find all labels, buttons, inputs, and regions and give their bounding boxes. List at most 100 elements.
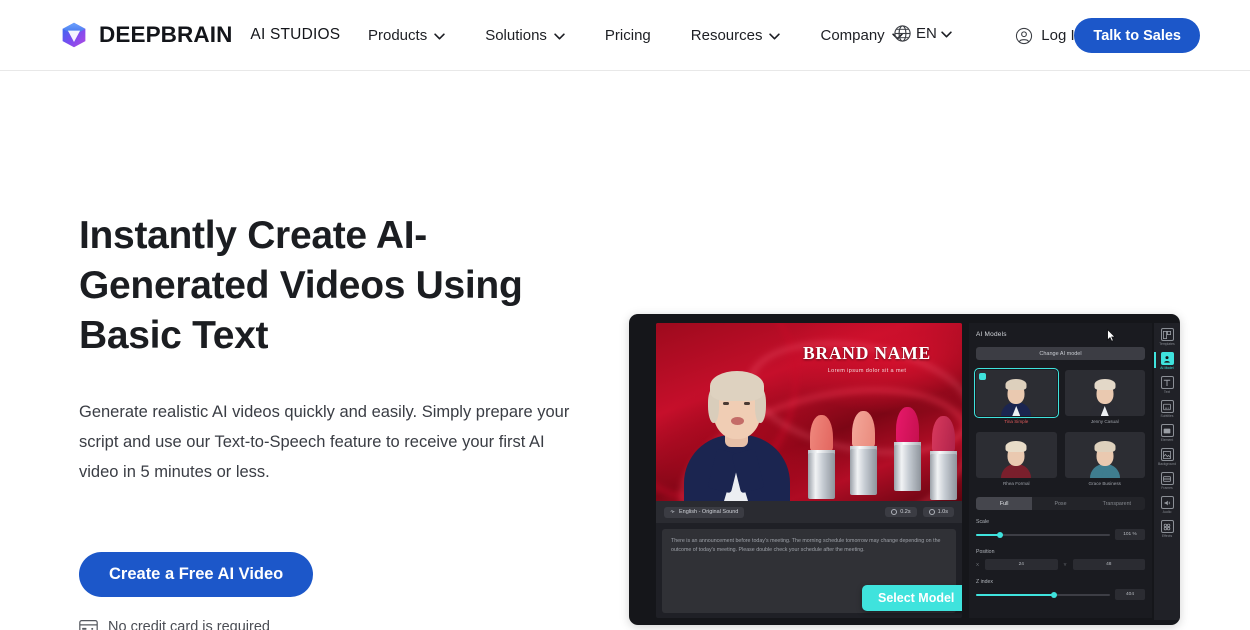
position-x-input[interactable]: 24 [985, 559, 1058, 570]
rail-item-text[interactable]: Text [1154, 374, 1180, 395]
rail-label: Element [1160, 438, 1174, 442]
language-selector[interactable]: EN [893, 24, 952, 43]
total-duration-label: 1.0s [937, 509, 948, 515]
model-label: Grace Business [1088, 481, 1121, 486]
ai-presenter-avatar [678, 339, 796, 501]
model-label: Tina Simple [1004, 419, 1029, 424]
zindex-slider[interactable] [976, 591, 1110, 598]
nav-pricing-label: Pricing [604, 27, 651, 44]
position-y-input[interactable]: 48 [1072, 559, 1145, 570]
scale-slider[interactable] [976, 531, 1110, 538]
rail-item-background[interactable]: Background [1154, 446, 1180, 467]
audio-icon [1160, 496, 1174, 509]
talk-to-sales-button[interactable]: Talk to Sales [1074, 18, 1200, 53]
site-header: DEEPBRAIN AI STUDIOS Products Solutions … [0, 0, 1250, 71]
chevron-down-icon [769, 27, 781, 44]
video-preview[interactable]: BRAND NAME Lorem ipsum dolor sit a met [656, 323, 962, 501]
globe-icon [893, 24, 912, 43]
element-icon [1160, 424, 1174, 437]
ai-models-panel: AI Models Change AI model Tina Simple Je… [969, 323, 1152, 618]
brand-name: DEEPBRAIN [99, 22, 233, 47]
tab-transparent[interactable]: Transparent [1089, 497, 1145, 510]
nav-item-resources[interactable]: Resources [671, 27, 801, 44]
mouse-cursor-icon [1107, 328, 1116, 342]
no-credit-card-label: No credit card is required [108, 619, 270, 630]
total-duration-chip[interactable]: 1.0s [922, 507, 954, 517]
brand-subtitle: AI STUDIOS [250, 26, 341, 43]
rail-item-frames[interactable]: Frames [1154, 470, 1180, 491]
nav-item-products[interactable]: Products [368, 27, 465, 44]
chevron-down-icon [941, 25, 952, 42]
video-brand-title: BRAND NAME [802, 343, 932, 363]
effects-icon [1160, 520, 1174, 533]
hero-description: Generate realistic AI videos quickly and… [79, 403, 570, 481]
model-card[interactable]: Jenny Casual [1064, 370, 1145, 424]
page-title: Instantly Create AI-Generated Videos Usi… [79, 214, 523, 357]
model-card[interactable]: Rhea Formal [976, 432, 1057, 486]
sound-wave-icon [670, 508, 675, 516]
scale-label: Scale [976, 519, 989, 525]
rail-item-subtitles[interactable]: Subtitles [1154, 398, 1180, 419]
create-free-ai-video-button[interactable]: Create a Free AI Video [79, 552, 314, 597]
user-circle-icon [1015, 27, 1033, 45]
product-screenshot: BRAND NAME Lorem ipsum dolor sit a met E… [629, 314, 1180, 625]
tab-full[interactable]: Full [976, 497, 1033, 510]
change-ai-model-button[interactable]: Change AI model [976, 347, 1145, 360]
frames-icon [1160, 472, 1174, 485]
panel-title: AI Models [976, 331, 1007, 338]
model-card[interactable]: Tina Simple [974, 368, 1059, 424]
clip-duration-chip[interactable]: 0.2s [885, 507, 917, 517]
scale-control: 101 % [976, 529, 1145, 540]
tab-pose[interactable]: Pose [1032, 497, 1088, 510]
hero-copy: Instantly Create AI-Generated Videos Usi… [79, 211, 599, 630]
templates-icon [1160, 328, 1174, 341]
nav-resources-label: Resources [690, 27, 763, 44]
rail-item-audio[interactable]: Audio [1154, 494, 1180, 515]
clock-icon [928, 509, 935, 515]
chevron-down-icon [554, 27, 565, 44]
selected-check-icon [979, 373, 986, 380]
rail-label: AI Model [1160, 366, 1174, 370]
rail-item-templates[interactable]: Templates [1154, 326, 1180, 347]
rail-label: Frames [1161, 486, 1173, 490]
position-control: X 24 Y 48 [976, 559, 1145, 570]
rail-label: Background [1157, 462, 1177, 466]
login-link[interactable]: Log In [1015, 0, 1083, 71]
voice-selector-chip[interactable]: English - Original Sound [664, 506, 745, 518]
rail-label: Text [1163, 390, 1171, 394]
rail-item-element[interactable]: Element [1154, 422, 1180, 443]
voice-toolbar: English - Original Sound 0.2s 1.0s [656, 501, 962, 523]
language-label: EN [916, 25, 937, 42]
no-credit-card-note: No credit card is required [79, 619, 599, 630]
editor-stage: BRAND NAME Lorem ipsum dolor sit a met E… [656, 323, 962, 618]
nav-item-pricing[interactable]: Pricing [585, 27, 671, 44]
zindex-value[interactable]: 404 [1115, 589, 1145, 600]
brand-logo-link[interactable]: DEEPBRAIN AI STUDIOS [60, 21, 340, 49]
rail-item-effects[interactable]: Effects [1154, 518, 1180, 539]
ai-model-icon [1160, 352, 1174, 365]
video-brand-subtitle: Lorem ipsum dolor sit a met [827, 367, 907, 374]
credit-card-icon [79, 620, 98, 630]
position-x-axis-label: X [976, 562, 980, 567]
rail-label: Effects [1161, 534, 1173, 538]
clock-icon [891, 509, 898, 515]
text-icon [1160, 376, 1174, 389]
video-brand-text: BRAND NAME Lorem ipsum dolor sit a met [783, 343, 951, 374]
model-label: Jenny Casual [1090, 419, 1119, 424]
cube-logo-icon [60, 21, 88, 49]
editor-tool-rail: Templates AI Model Text Subtitles Elemen… [1154, 323, 1180, 620]
nav-solutions-label: Solutions [485, 27, 547, 44]
hero-section: Instantly Create AI-Generated Videos Usi… [0, 71, 1250, 630]
main-nav: Products Solutions Pricing Resources Com… [368, 0, 923, 71]
nav-company-label: Company [820, 27, 885, 44]
nav-item-solutions[interactable]: Solutions [465, 27, 585, 44]
rail-label: Templates [1159, 342, 1175, 346]
lipstick-product-image [806, 407, 958, 501]
model-card[interactable]: Grace Business [1064, 432, 1145, 486]
scale-value[interactable]: 101 % [1115, 529, 1145, 540]
position-label: Position [976, 549, 995, 555]
rail-item-ai-model[interactable]: AI Model [1154, 350, 1180, 371]
select-model-tooltip-button[interactable]: Select Model [862, 585, 962, 611]
position-y-axis-label: Y [1063, 562, 1067, 567]
nav-products-label: Products [368, 27, 428, 44]
